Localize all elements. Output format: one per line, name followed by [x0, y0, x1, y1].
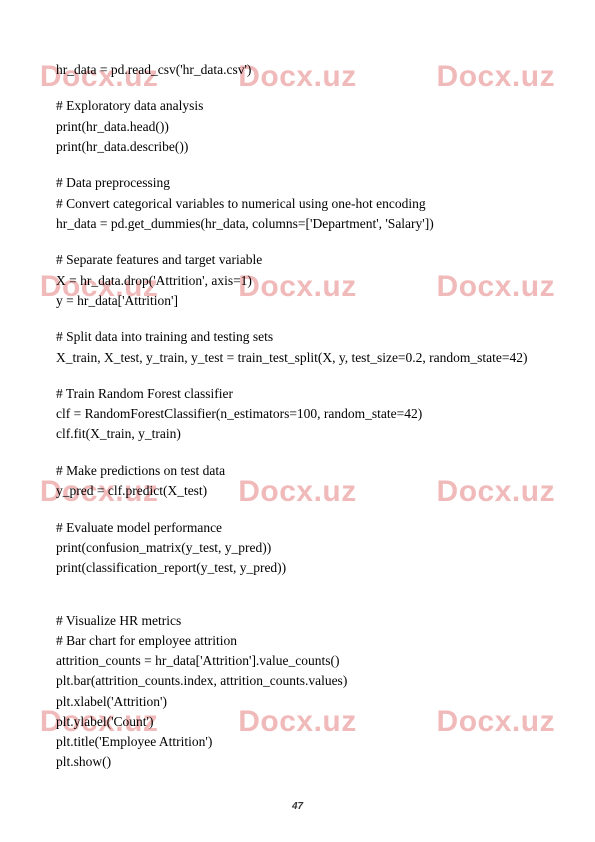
blank-line [56, 445, 539, 461]
code-line: # Evaluate model performance [56, 518, 539, 538]
blank-line [56, 501, 539, 517]
code-line: print(confusion_matrix(y_test, y_pred)) [56, 538, 539, 558]
code-line: # Split data into training and testing s… [56, 327, 539, 347]
code-line: print(classification_report(y_test, y_pr… [56, 558, 539, 578]
code-line: plt.bar(attrition_counts.index, attritio… [56, 671, 539, 691]
code-line: # Make predictions on test data [56, 461, 539, 481]
code-content: hr_data = pd.read_csv('hr_data.csv') # E… [56, 60, 539, 773]
code-line: y_pred = clf.predict(X_test) [56, 481, 539, 501]
code-line: plt.xlabel('Attrition') [56, 692, 539, 712]
blank-line [56, 578, 539, 594]
code-line: hr_data = pd.read_csv('hr_data.csv') [56, 60, 539, 80]
code-line: print(hr_data.head()) [56, 117, 539, 137]
blank-line [56, 157, 539, 173]
code-line: X = hr_data.drop('Attrition', axis=1) [56, 271, 539, 291]
blank-line [56, 234, 539, 250]
code-line: X_train, X_test, y_train, y_test = train… [56, 348, 539, 368]
code-line: plt.show() [56, 752, 539, 772]
code-line: # Data preprocessing [56, 173, 539, 193]
code-line: hr_data = pd.get_dummies(hr_data, column… [56, 214, 539, 234]
blank-line [56, 80, 539, 96]
code-line: # Separate features and target variable [56, 250, 539, 270]
code-line: print(hr_data.describe()) [56, 137, 539, 157]
code-line: plt.title('Employee Attrition') [56, 732, 539, 752]
code-line: # Bar chart for employee attrition [56, 631, 539, 651]
blank-line [56, 368, 539, 384]
blank-line [56, 595, 539, 611]
code-line: # Train Random Forest classifier [56, 384, 539, 404]
code-line: plt.ylabel('Count') [56, 712, 539, 732]
code-line: # Convert categorical variables to numer… [56, 194, 539, 214]
page-number: 47 [0, 799, 595, 814]
code-line: # Exploratory data analysis [56, 96, 539, 116]
code-line: # Visualize HR metrics [56, 611, 539, 631]
code-line: clf = RandomForestClassifier(n_estimator… [56, 404, 539, 424]
code-line: y = hr_data['Attrition'] [56, 291, 539, 311]
code-line: clf.fit(X_train, y_train) [56, 424, 539, 444]
code-line: attrition_counts = hr_data['Attrition'].… [56, 651, 539, 671]
blank-line [56, 311, 539, 327]
